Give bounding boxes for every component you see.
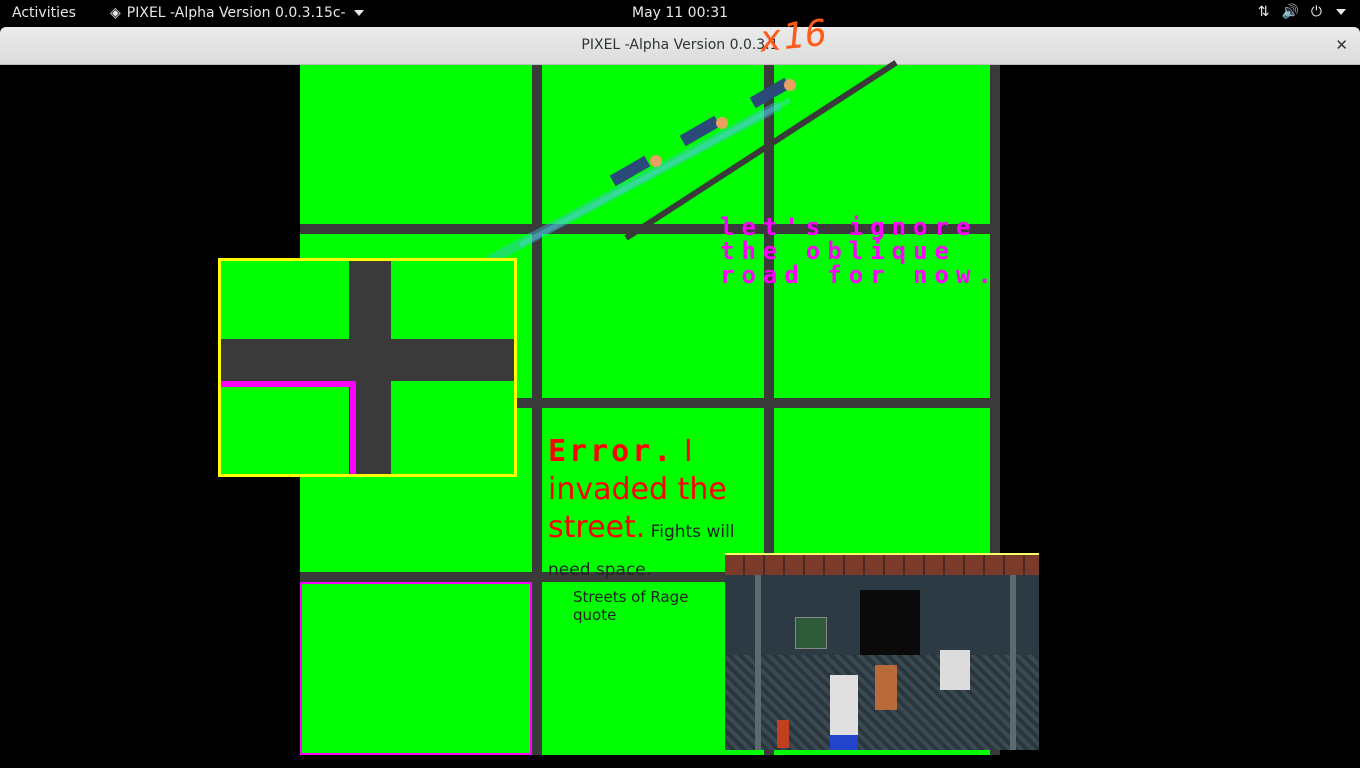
window-titlebar[interactable]: PIXEL -Alpha Version 0.0.3.1 ✕	[0, 27, 1360, 65]
clock[interactable]: May 11 00:31	[632, 5, 728, 21]
gnome-top-bar: Activities ◈ PIXEL -Alpha Version 0.0.3.…	[0, 0, 1360, 27]
streets-of-rage-screenshot	[725, 553, 1039, 750]
system-tray[interactable]: ⇅ 🔊 ⏻	[1258, 4, 1346, 20]
error-title: Error.	[548, 434, 675, 469]
brick-wall	[725, 555, 1039, 575]
volume-icon: 🔊	[1281, 4, 1299, 20]
lamp-post	[1010, 575, 1016, 750]
grass-block	[391, 261, 514, 339]
activities-button[interactable]: Activities	[12, 5, 76, 21]
grass-block	[391, 381, 514, 474]
highlighted-grass-block	[300, 582, 532, 755]
network-icon: ⇅	[1257, 4, 1270, 20]
close-button[interactable]: ✕	[1335, 36, 1348, 54]
note-line: road for now.	[720, 261, 999, 289]
scale-annotation: x16	[758, 12, 830, 61]
street-signs	[940, 650, 970, 690]
quote-label: Streets of Rage quote	[573, 588, 689, 624]
app-menu-label: PIXEL -Alpha Version 0.0.3.15c-	[126, 5, 346, 21]
note-line: the oblique	[720, 237, 956, 265]
note-line: let's ignore	[720, 213, 978, 241]
app-menu[interactable]: ◈ PIXEL -Alpha Version 0.0.3.15c-	[110, 5, 364, 21]
grass-block	[221, 261, 349, 339]
fire-hydrant	[777, 720, 789, 748]
shop-sign	[795, 617, 827, 649]
highlight-edge	[221, 381, 356, 387]
player-character	[830, 675, 858, 750]
chevron-down-icon	[1336, 9, 1346, 15]
doorway	[860, 590, 920, 655]
window-title: PIXEL -Alpha Version 0.0.3.1	[581, 37, 779, 53]
zoom-inset	[218, 258, 517, 477]
grass-block	[774, 408, 990, 572]
highlight-edge	[350, 381, 356, 474]
game-canvas[interactable]: let's ignore the oblique road for now. E…	[0, 60, 1360, 768]
oblique-road-note: let's ignore the oblique road for now.	[720, 215, 999, 287]
lamp-post	[755, 575, 761, 750]
grass-block	[221, 381, 349, 474]
power-icon: ⏻	[1310, 4, 1322, 20]
app-diamond-icon: ◈	[110, 5, 121, 21]
chevron-down-icon	[353, 10, 364, 16]
enemy-character	[875, 665, 897, 710]
